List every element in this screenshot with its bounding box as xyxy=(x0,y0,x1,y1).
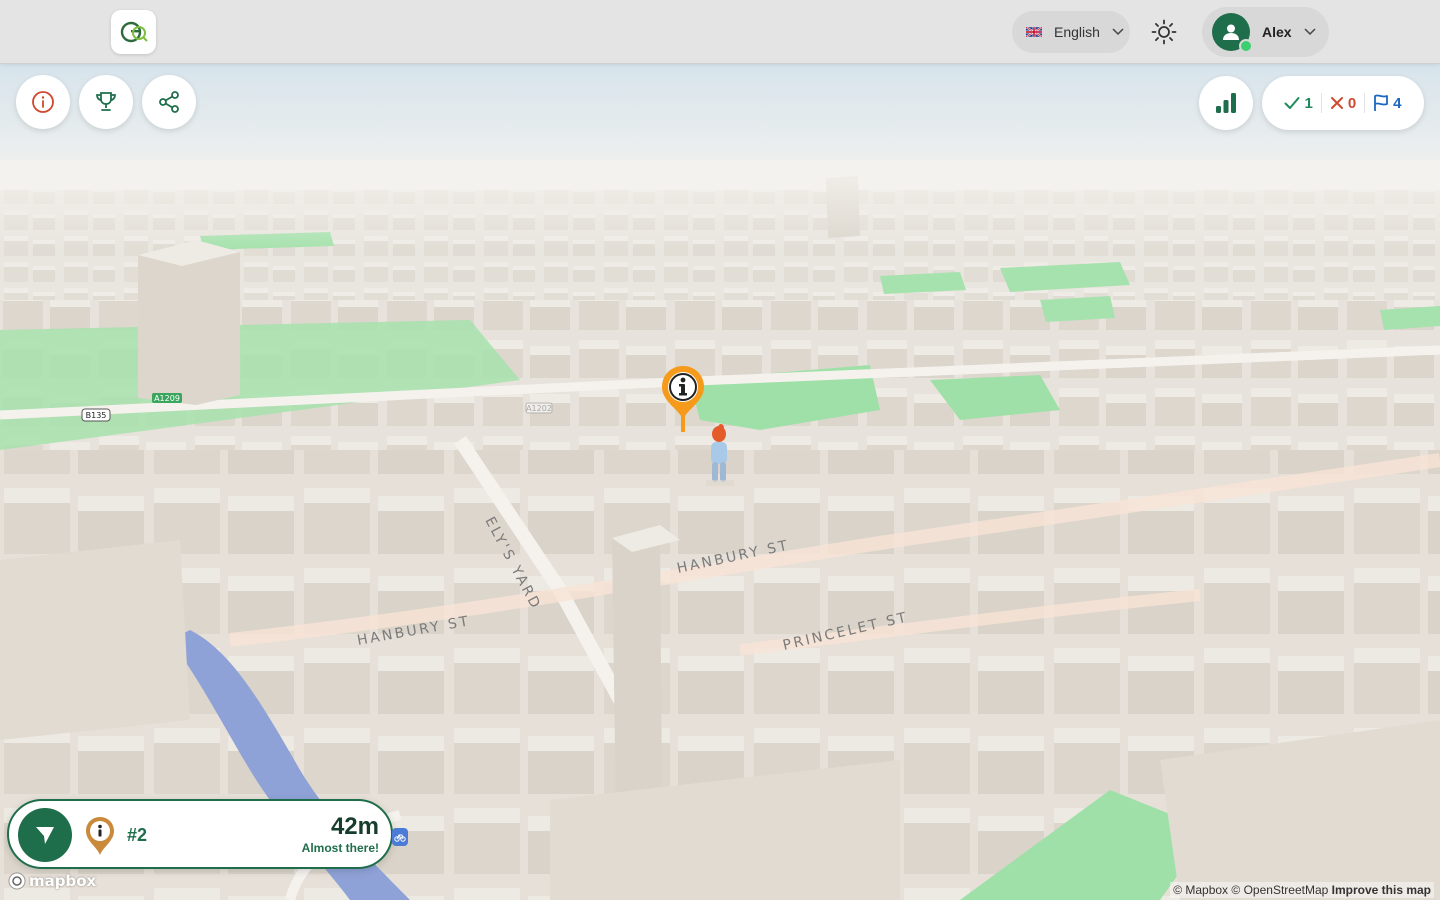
check-icon xyxy=(1284,97,1300,109)
svg-text:A1209: A1209 xyxy=(154,394,180,403)
divider xyxy=(1320,93,1322,113)
user-menu[interactable]: Alex xyxy=(1202,7,1329,57)
bar-chart-icon xyxy=(1216,93,1236,113)
score-stats[interactable]: 1 0 4 xyxy=(1262,76,1424,130)
building xyxy=(0,540,190,740)
share-icon xyxy=(159,91,179,113)
sun-icon xyxy=(1151,19,1177,45)
info-pin-icon xyxy=(85,816,115,856)
fog xyxy=(0,160,1440,250)
improve-map-link[interactable]: Improve this map xyxy=(1332,883,1431,897)
player-avatar-icon xyxy=(704,422,736,488)
flags-value: 4 xyxy=(1393,94,1402,112)
trophy-button[interactable] xyxy=(79,75,133,129)
theme-toggle-button[interactable] xyxy=(1142,11,1186,53)
close-icon xyxy=(1330,97,1343,109)
navigation-arrow-icon xyxy=(36,827,54,844)
wrong-value: 0 xyxy=(1347,94,1357,112)
svg-text:A1202: A1202 xyxy=(526,404,552,413)
road-shield: A1209 xyxy=(152,393,182,403)
road-shield: B135 xyxy=(81,408,111,422)
chevron-down-icon xyxy=(1112,28,1124,36)
navigate-button[interactable] xyxy=(18,808,72,862)
flags-count: 4 xyxy=(1373,94,1402,112)
share-button[interactable] xyxy=(142,75,196,129)
app-logo[interactable] xyxy=(111,10,156,54)
language-selector[interactable]: English xyxy=(1012,11,1130,53)
distance-value: 42m xyxy=(330,813,379,840)
avatar xyxy=(1212,13,1253,53)
uk-flag-icon xyxy=(1026,27,1042,37)
info-icon xyxy=(32,91,54,113)
correct-value: 1 xyxy=(1304,94,1313,112)
distance-status: Almost there! xyxy=(301,841,379,855)
wrong-count: 0 xyxy=(1330,95,1356,112)
road-shield: A1202 xyxy=(525,402,553,414)
user-name: Alex xyxy=(1262,24,1292,40)
building xyxy=(612,525,662,820)
flag-icon xyxy=(1374,94,1389,111)
mapbox-icon xyxy=(8,872,26,890)
park xyxy=(1040,296,1115,322)
online-status-dot xyxy=(1239,39,1253,53)
mapbox-attribution-link[interactable]: © Mapbox xyxy=(1173,883,1228,897)
chevron-down-icon xyxy=(1304,28,1316,36)
target-rank: #2 xyxy=(127,825,148,845)
correct-count: 1 xyxy=(1284,94,1313,112)
bike-icon xyxy=(392,828,408,846)
info-button[interactable] xyxy=(16,75,70,129)
building xyxy=(138,240,240,405)
osm-attribution-link[interactable]: © OpenStreetMap xyxy=(1231,883,1328,897)
divider xyxy=(1364,93,1366,113)
user-icon xyxy=(1223,24,1239,40)
svg-text:B135: B135 xyxy=(86,411,107,420)
navigation-card[interactable]: #2 42m Almost there! xyxy=(7,799,393,869)
mapbox-logo[interactable]: mapbox xyxy=(8,872,96,890)
map-attribution: © Mapbox © OpenStreetMap Improve this ma… xyxy=(1170,882,1434,898)
info-pin-icon[interactable] xyxy=(660,364,706,434)
mapbox-wordmark: mapbox xyxy=(29,872,97,890)
top-bar: English Alex xyxy=(0,0,1440,64)
logo-icon xyxy=(120,21,148,43)
language-label: English xyxy=(1054,24,1100,40)
leaderboard-button[interactable] xyxy=(1199,76,1253,130)
trophy-icon xyxy=(96,92,116,111)
park xyxy=(1380,306,1440,330)
